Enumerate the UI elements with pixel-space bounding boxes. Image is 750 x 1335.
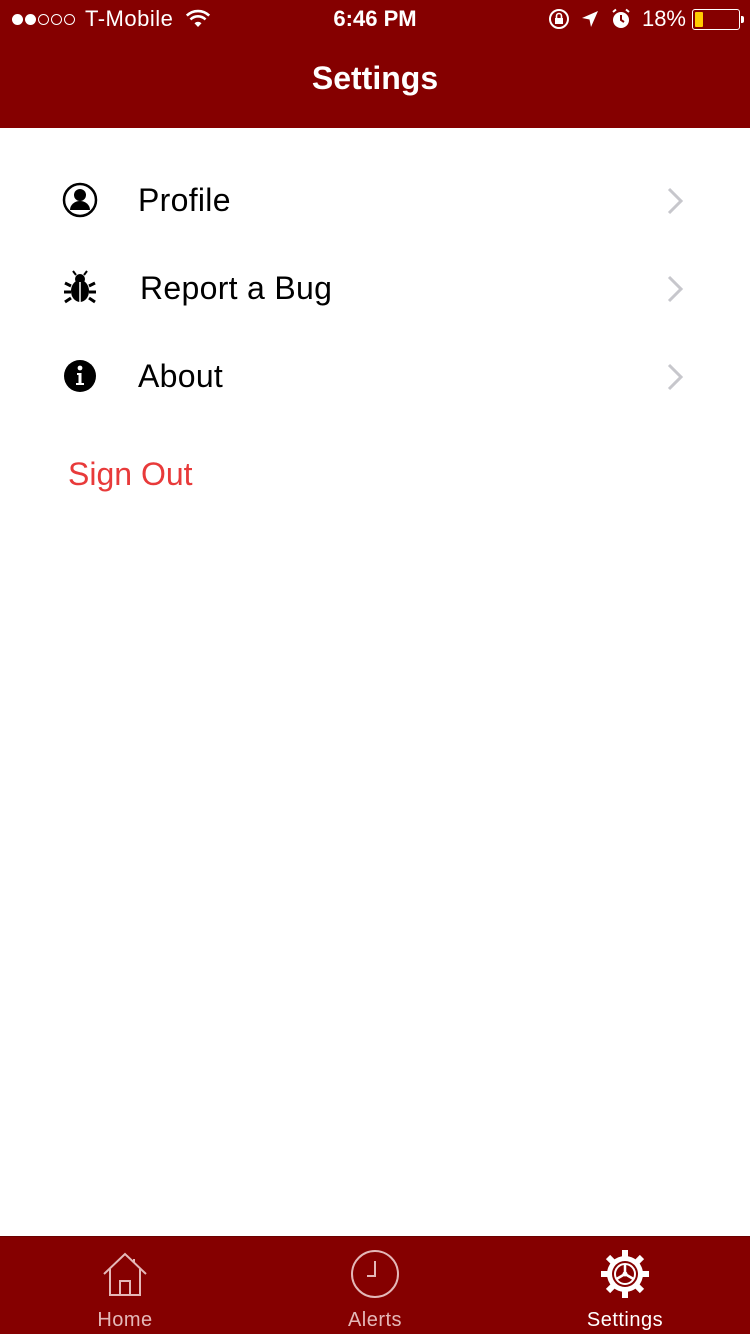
rotation-lock-icon bbox=[548, 9, 569, 29]
tab-label: Alerts bbox=[347, 1309, 403, 1331]
profile-icon bbox=[62, 182, 98, 218]
menu-item-label: Profile bbox=[138, 182, 231, 218]
status-right: 18% bbox=[548, 6, 744, 32]
clock-icon bbox=[351, 1250, 399, 1298]
menu-item-label: About bbox=[138, 358, 224, 394]
menu-item-label: Report a Bug bbox=[140, 270, 333, 306]
menu-item-about[interactable]: About bbox=[0, 334, 750, 422]
bug-icon bbox=[64, 270, 96, 304]
tab-label: Home bbox=[97, 1309, 153, 1331]
menu-item-profile[interactable]: Profile bbox=[0, 158, 750, 246]
sign-out-button[interactable]: Sign Out bbox=[68, 456, 193, 493]
chevron-right-icon bbox=[667, 187, 684, 215]
tab-label: Settings bbox=[586, 1309, 664, 1331]
battery-icon bbox=[692, 8, 744, 30]
tab-settings[interactable]: Settings bbox=[500, 1237, 750, 1335]
battery-percentage: 18% bbox=[641, 6, 686, 31]
chevron-right-icon bbox=[667, 275, 684, 303]
home-icon bbox=[103, 1252, 147, 1296]
tab-home[interactable]: Home bbox=[0, 1237, 250, 1335]
tab-bar: Home Alerts Settings bbox=[0, 1236, 750, 1334]
chevron-right-icon bbox=[667, 363, 684, 391]
battery-fill bbox=[695, 11, 703, 27]
status-bar: T-Mobile 6:46 PM 18% bbox=[0, 0, 750, 40]
gear-icon bbox=[601, 1250, 649, 1298]
page-title: Settings bbox=[311, 60, 439, 96]
header-bar: T-Mobile 6:46 PM 18% Settings bbox=[0, 0, 750, 128]
info-icon bbox=[64, 360, 96, 392]
alarm-icon bbox=[612, 8, 630, 28]
tab-alerts[interactable]: Alerts bbox=[250, 1237, 500, 1335]
location-arrow-icon bbox=[581, 11, 598, 27]
menu-item-report-bug[interactable]: Report a Bug bbox=[0, 246, 750, 334]
